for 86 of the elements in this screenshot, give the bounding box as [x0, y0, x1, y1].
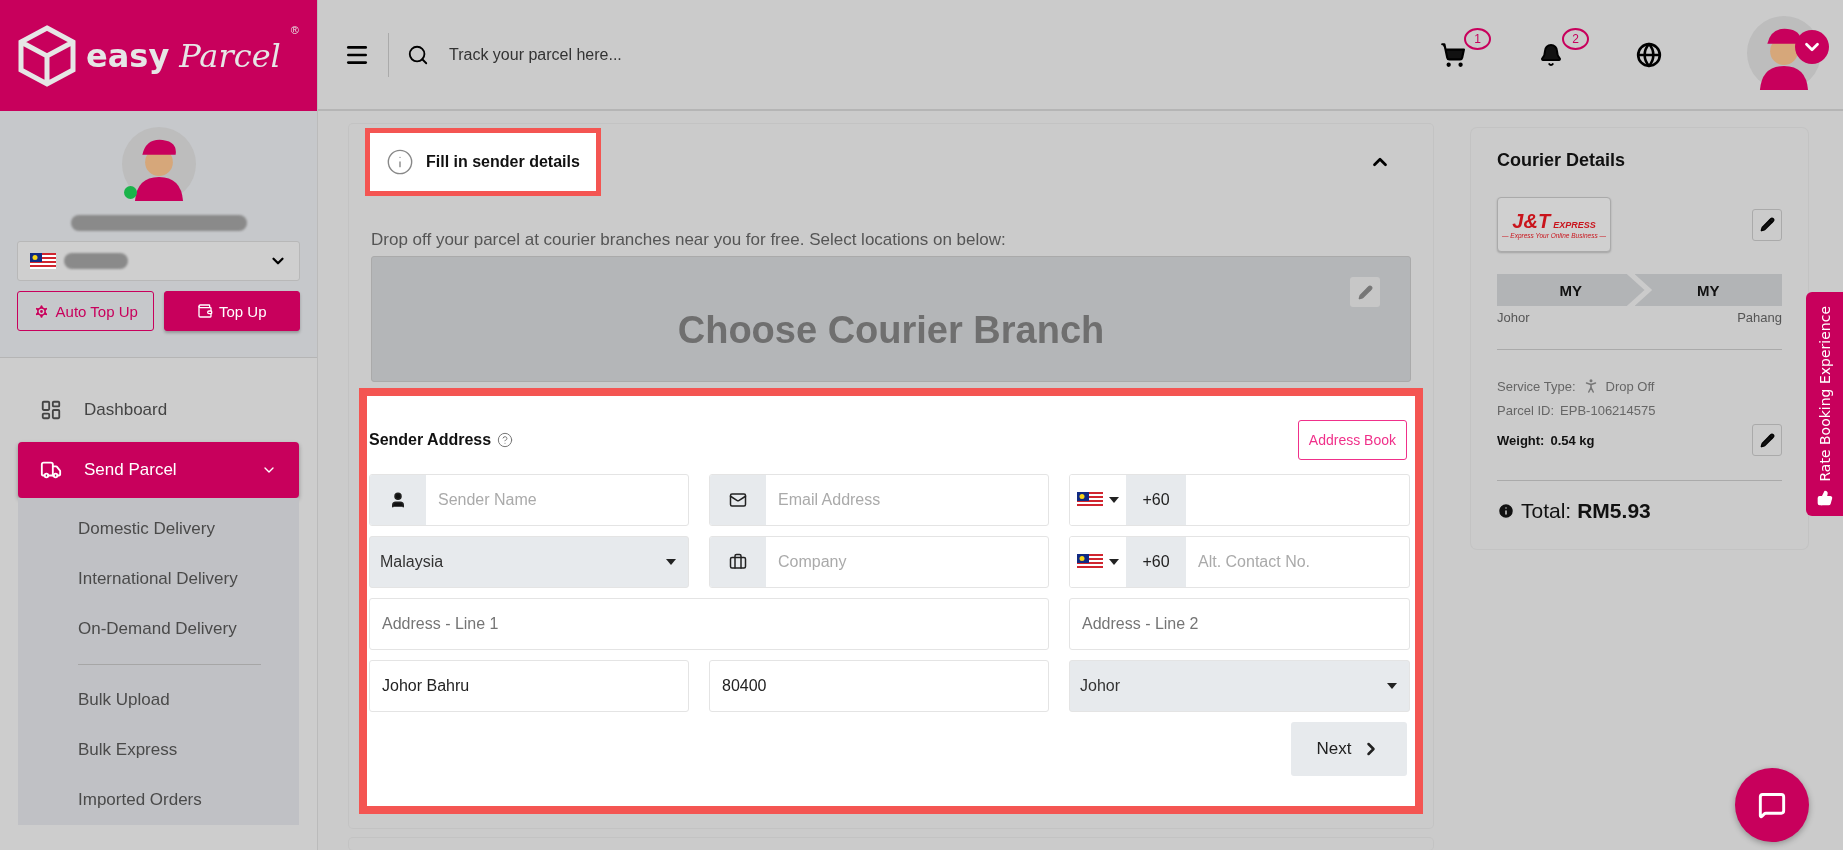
person-icon	[389, 491, 407, 509]
bell-icon[interactable]	[1539, 42, 1563, 67]
total-label: Total:	[1521, 499, 1572, 523]
search-icon[interactable]	[407, 43, 429, 66]
balance-select[interactable]	[17, 241, 300, 281]
feedback-tab[interactable]: Rate Booking Experience	[1806, 292, 1843, 516]
logo-text: easy	[86, 36, 170, 75]
help-icon[interactable]	[497, 432, 514, 448]
box-icon	[18, 24, 77, 87]
top-up-button[interactable]: Top Up	[163, 291, 300, 331]
input-field[interactable]: Email Address	[766, 475, 1048, 525]
flag-icon	[1077, 492, 1103, 508]
caret-icon	[666, 559, 676, 565]
input-field[interactable]: Johor Bahru	[369, 660, 689, 712]
thumbs-up-icon	[1816, 490, 1833, 506]
nav-item[interactable]: Dashboard	[18, 382, 299, 438]
nav-subitem[interactable]: Imported Orders	[78, 775, 299, 825]
address-book-button[interactable]: Address Book	[1297, 420, 1407, 460]
info-icon	[386, 148, 414, 176]
caret-icon	[1387, 683, 1397, 689]
nav-subitem[interactable]: Domestic Delivery	[78, 504, 299, 554]
input-field[interactable]: 80400	[709, 660, 1049, 712]
auto-top-up-button[interactable]: Auto Top Up	[17, 291, 154, 331]
count-badge: 2	[1562, 27, 1589, 50]
edit-button[interactable]	[1752, 424, 1782, 456]
search-field[interactable]: Track your parcel here...	[447, 44, 1395, 65]
phone-field[interactable]: Alt. Contact No.	[1186, 537, 1409, 587]
registered-mark: ®	[290, 24, 299, 36]
globe-icon[interactable]	[1636, 41, 1662, 68]
select-field[interactable]: Johor	[1069, 660, 1410, 712]
pencil-icon	[1759, 432, 1775, 448]
flag-icon	[1077, 554, 1103, 570]
truck-icon	[40, 459, 62, 481]
select-field[interactable]: Malaysia	[369, 536, 689, 588]
caret-icon	[1109, 559, 1119, 565]
input-field[interactable]: Sender Name	[426, 475, 688, 525]
pencil-icon	[1759, 217, 1775, 232]
nav-item[interactable]: Send Parcel	[18, 442, 299, 498]
parcel-id-label: Parcel ID:	[1497, 402, 1555, 418]
nav-subitem[interactable]: Bulk Express	[78, 725, 299, 775]
total-value: RM5.93	[1577, 499, 1651, 523]
dial-code: +60	[1142, 553, 1170, 571]
section-header[interactable]: Fill in sender details	[365, 128, 601, 196]
edit-button[interactable]	[1752, 208, 1782, 241]
input-group[interactable]: Company	[709, 536, 1049, 588]
nav-subitem[interactable]: International Delivery	[78, 554, 299, 604]
wallet-icon	[197, 303, 213, 319]
phone-input-group[interactable]: +60	[1069, 474, 1410, 526]
gear-icon	[32, 302, 50, 320]
origin-country: MY	[1497, 274, 1645, 306]
dashboard-icon	[40, 399, 62, 421]
input-group[interactable]: Email Address	[709, 474, 1049, 526]
card-title: Courier Details	[1497, 150, 1627, 171]
next-button[interactable]: Next	[1291, 722, 1407, 776]
drop-off-note: Drop off your parcel at courier branches near you for free. Select locations on below:	[371, 230, 1007, 250]
nav-subitem[interactable]: Bulk Upload	[78, 675, 299, 725]
input-field[interactable]: Company	[766, 537, 1048, 587]
flag-icon	[30, 253, 56, 269]
input-field[interactable]: Address - Line 2	[1069, 598, 1410, 650]
service-label: Service Type:	[1497, 378, 1576, 394]
input-field[interactable]: Address - Line 1	[369, 598, 1049, 650]
chat-button[interactable]	[1735, 768, 1809, 842]
nav-subitem[interactable]: On-Demand Delivery	[78, 604, 299, 654]
mail-icon	[729, 491, 747, 509]
weight-label: Weight:	[1497, 432, 1545, 448]
dial-code: +60	[1142, 491, 1170, 509]
briefcase-icon	[729, 553, 747, 571]
destination-country: MY	[1634, 274, 1782, 306]
count-badge: 1	[1464, 27, 1491, 50]
service-value: Drop Off	[1605, 378, 1655, 394]
logo-text: Parcel	[179, 36, 281, 75]
section-title: Fill in sender details	[426, 153, 580, 171]
blurred-text	[64, 253, 128, 269]
logo[interactable]: easy Parcel ®	[0, 0, 317, 111]
origin-state: Johor	[1497, 310, 1530, 325]
cart-icon[interactable]	[1440, 41, 1466, 68]
info-icon	[1497, 502, 1515, 520]
chat-icon	[1758, 791, 1786, 819]
pencil-icon	[1357, 284, 1373, 300]
weight-value: 0.54 kg	[1550, 432, 1595, 448]
caret-icon	[1109, 497, 1119, 503]
form-title: Sender Address	[369, 431, 492, 449]
parcel-id-value: EPB-106214575	[1560, 402, 1656, 418]
destination-state: Pahang	[1737, 310, 1782, 325]
phone-input-group[interactable]: +60 Alt. Contact No.	[1069, 536, 1410, 588]
input-group[interactable]: Sender Name	[369, 474, 689, 526]
